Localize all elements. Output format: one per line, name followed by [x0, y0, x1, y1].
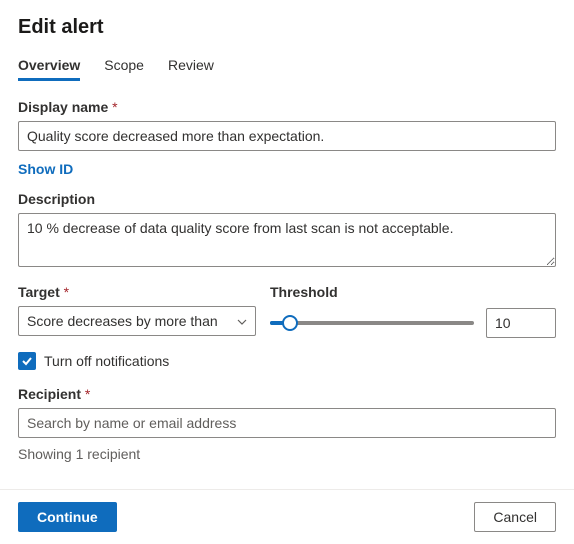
continue-button[interactable]: Continue	[18, 502, 117, 532]
slider-track	[270, 321, 474, 325]
tab-overview[interactable]: Overview	[18, 53, 80, 81]
recipient-search-input[interactable]	[18, 408, 556, 438]
threshold-slider[interactable]	[270, 309, 474, 337]
recipient-label: Recipient	[18, 386, 556, 402]
description-textarea[interactable]: 10 % decrease of data quality score from…	[18, 213, 556, 267]
tab-scope[interactable]: Scope	[104, 53, 144, 81]
target-label: Target	[18, 284, 256, 300]
tab-review[interactable]: Review	[168, 53, 214, 81]
cancel-button[interactable]: Cancel	[474, 502, 556, 532]
show-id-link[interactable]: Show ID	[18, 161, 73, 177]
recipient-count-text: Showing 1 recipient	[18, 446, 556, 462]
display-name-label: Display name	[18, 99, 556, 115]
checkmark-icon	[21, 355, 33, 367]
threshold-value-input[interactable]	[486, 308, 556, 338]
slider-thumb[interactable]	[282, 315, 298, 331]
turn-off-notifications-label: Turn off notifications	[44, 353, 169, 369]
target-select[interactable]	[18, 306, 256, 336]
footer: Continue Cancel	[0, 489, 574, 544]
turn-off-notifications-checkbox[interactable]	[18, 352, 36, 370]
display-name-input[interactable]	[18, 121, 556, 151]
page-title: Edit alert	[18, 16, 556, 39]
threshold-label: Threshold	[270, 284, 556, 300]
tabs: Overview Scope Review	[18, 53, 556, 81]
description-label: Description	[18, 191, 556, 207]
